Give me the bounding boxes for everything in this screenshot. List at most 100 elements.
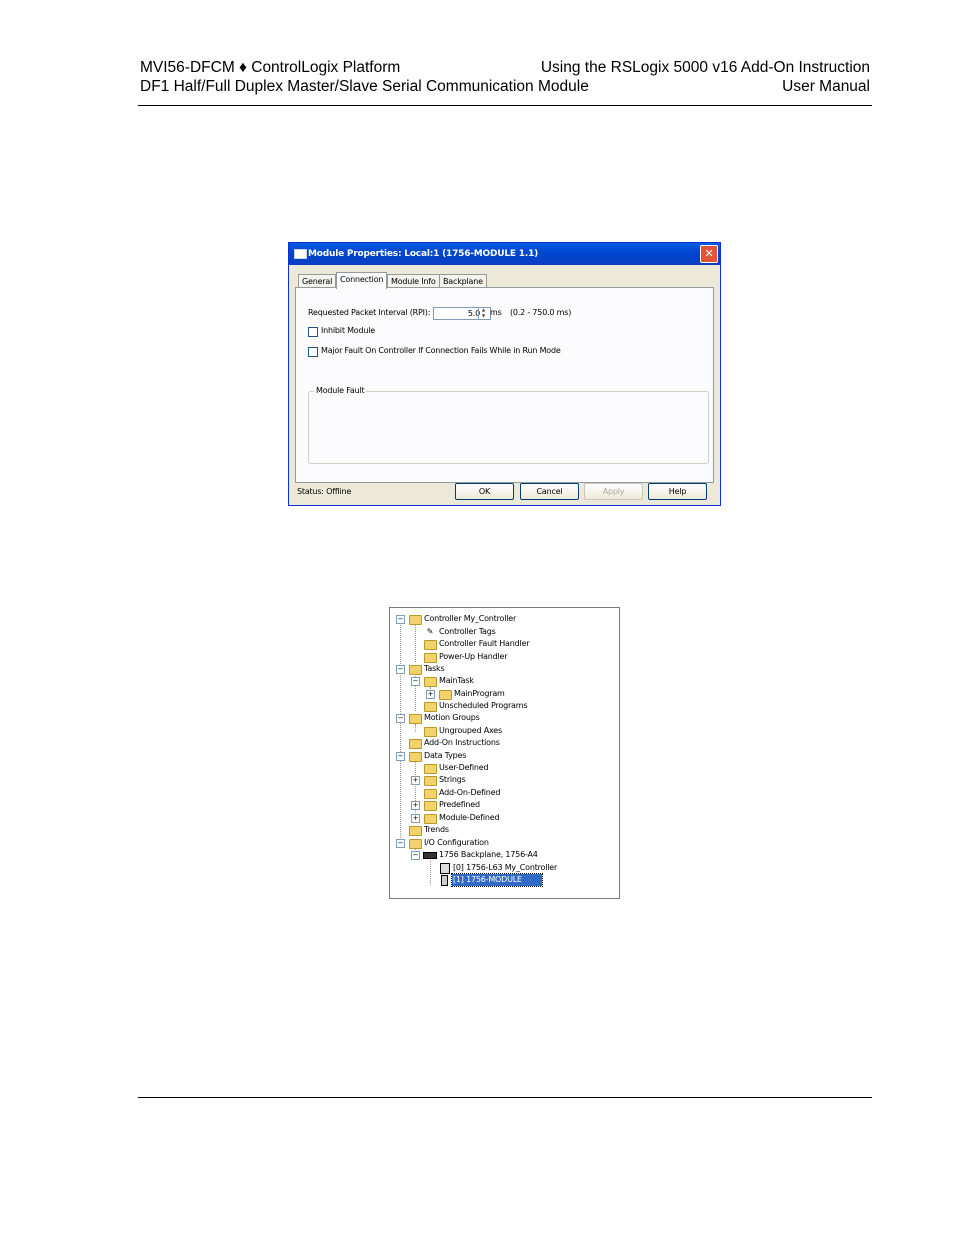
tree-item[interactable]: Trends <box>390 824 619 836</box>
folder-icon <box>409 615 422 625</box>
tree-item-label: Tasks <box>424 664 445 673</box>
task-icon <box>424 677 437 687</box>
folder-icon <box>424 702 437 712</box>
datatype-icon <box>424 764 437 774</box>
tree-item-label: MainProgram <box>454 689 505 698</box>
status-text: Status: Offline <box>297 487 352 496</box>
header-section: Using the RSLogix 5000 v16 Add-On Instru… <box>540 59 870 76</box>
tree-item[interactable]: − MainTask <box>390 675 619 687</box>
collapse-icon[interactable]: − <box>396 714 405 723</box>
tab-connection[interactable]: Connection <box>336 272 388 289</box>
tree-item[interactable]: Add-On Instructions <box>390 737 619 749</box>
apply-button[interactable]: Apply <box>584 483 643 500</box>
expand-icon[interactable]: + <box>426 690 435 699</box>
tree-item[interactable]: + MainProgram <box>390 688 619 700</box>
module-properties-dialog: Module Properties: Local:1 (1756-MODULE … <box>288 242 721 506</box>
tree-item[interactable]: [0] 1756-L63 My_Controller <box>390 862 619 874</box>
datatype-icon <box>424 789 437 799</box>
tree-item[interactable]: − 1756 Backplane, 1756-A4 <box>390 849 619 861</box>
tree-item[interactable]: − Data Types <box>390 750 619 762</box>
tree-item-label: Strings <box>439 775 466 784</box>
tree-item-label: Controller Tags <box>439 627 496 636</box>
inhibit-module-checkbox[interactable] <box>308 327 318 337</box>
header-rule <box>138 105 872 106</box>
tree-item-label: MainTask <box>439 676 474 685</box>
rpi-label: Requested Packet Interval (RPI): <box>308 308 431 317</box>
tree-item[interactable]: User-Defined <box>390 762 619 774</box>
close-icon[interactable]: ✕ <box>700 245 718 263</box>
folder-icon <box>424 640 437 650</box>
tree-item-label: I/O Configuration <box>424 838 489 847</box>
module-fault-label: Module Fault <box>314 386 367 395</box>
collapse-icon[interactable]: − <box>396 665 405 674</box>
program-icon <box>439 690 452 700</box>
collapse-icon[interactable]: − <box>396 615 405 624</box>
collapse-icon[interactable]: − <box>396 752 405 761</box>
tab-module-info[interactable]: Module Info <box>387 274 440 288</box>
folder-icon <box>409 739 422 749</box>
page-header-left: MVI56-DFCM ♦ ControlLogix Platform DF1 H… <box>140 58 589 96</box>
collapse-icon[interactable]: − <box>411 851 420 860</box>
tree-item[interactable]: − I/O Configuration <box>390 837 619 849</box>
header-product: MVI56-DFCM ♦ ControlLogix Platform <box>140 59 401 76</box>
tree-item[interactable]: Unscheduled Programs <box>390 700 619 712</box>
tree-item-label: User-Defined <box>439 763 489 772</box>
expand-icon[interactable]: + <box>411 801 420 810</box>
expand-icon[interactable]: + <box>411 814 420 823</box>
tree-item-label: Unscheduled Programs <box>439 701 528 710</box>
tree-item-label: [0] 1756-L63 My_Controller <box>453 863 558 872</box>
folder-icon <box>409 826 422 836</box>
major-fault-checkbox[interactable] <box>308 347 318 357</box>
major-fault-label: Major Fault On Controller If Connection … <box>321 346 561 355</box>
tree-item-selected[interactable]: [1] 1756-MODULE <box>390 873 619 887</box>
collapse-icon[interactable]: − <box>411 677 420 686</box>
tree-item[interactable]: Add-On-Defined <box>390 787 619 799</box>
tab-general[interactable]: General <box>298 274 337 288</box>
rpi-range: (0.2 - 750.0 ms) <box>510 308 572 317</box>
controller-icon <box>440 863 450 874</box>
backplane-icon <box>423 852 437 859</box>
tree-item-label: Trends <box>424 825 449 834</box>
tree-item-label: Data Types <box>424 751 467 760</box>
module-icon <box>441 875 448 886</box>
tree-item-label: Add-On-Defined <box>439 788 501 797</box>
dialog-title-bar: Module Properties: Local:1 (1756-MODULE … <box>289 243 720 265</box>
tags-icon: ✎ <box>426 627 434 636</box>
ok-button[interactable]: OK <box>455 483 514 500</box>
tree-item[interactable]: ✎ Controller Tags <box>390 626 619 638</box>
tree-item[interactable]: − Tasks <box>390 663 619 675</box>
header-module-desc: DF1 Half/Full Duplex Master/Slave Serial… <box>140 78 589 95</box>
footer-rule <box>138 1097 872 1098</box>
folder-icon <box>409 752 422 762</box>
tree-item-label: Add-On Instructions <box>424 738 500 747</box>
tree-item[interactable]: + Strings <box>390 774 619 786</box>
help-button[interactable]: Help <box>648 483 707 500</box>
rpi-unit: ms <box>490 308 502 317</box>
tree-item[interactable]: + Module-Defined <box>390 812 619 824</box>
tree-item[interactable]: + Predefined <box>390 799 619 811</box>
datatype-icon <box>424 776 437 786</box>
tree-item-label: Ungrouped Axes <box>439 726 502 735</box>
collapse-icon[interactable]: − <box>396 839 405 848</box>
tree-item[interactable]: − Controller My_Controller <box>390 613 619 625</box>
datatype-icon <box>424 801 437 811</box>
controller-organizer-tree: − Controller My_Controller ✎ Controller … <box>389 607 620 899</box>
folder-icon <box>409 714 422 724</box>
tree-item-label: Power-Up Handler <box>439 652 508 661</box>
tree-item-label: Module-Defined <box>439 813 500 822</box>
tree-item-label: 1756 Backplane, 1756-A4 <box>439 850 538 859</box>
tree-item[interactable]: Ungrouped Axes <box>390 725 619 737</box>
expand-icon[interactable]: + <box>411 776 420 785</box>
window-icon <box>294 249 307 259</box>
spin-down-icon[interactable]: ▼ <box>479 313 488 319</box>
rpi-spinner[interactable]: ▲ ▼ <box>478 307 488 319</box>
tree-item[interactable]: − Motion Groups <box>390 712 619 724</box>
tab-backplane[interactable]: Backplane <box>439 274 487 288</box>
tree-item[interactable]: Controller Fault Handler <box>390 638 619 650</box>
dialog-title: Module Properties: Local:1 (1756-MODULE … <box>308 249 539 259</box>
tree-item[interactable]: Power-Up Handler <box>390 651 619 663</box>
folder-icon <box>424 727 437 737</box>
cancel-button[interactable]: Cancel <box>520 483 579 500</box>
tree-item-label: Controller My_Controller <box>424 614 517 623</box>
folder-icon <box>409 665 422 675</box>
